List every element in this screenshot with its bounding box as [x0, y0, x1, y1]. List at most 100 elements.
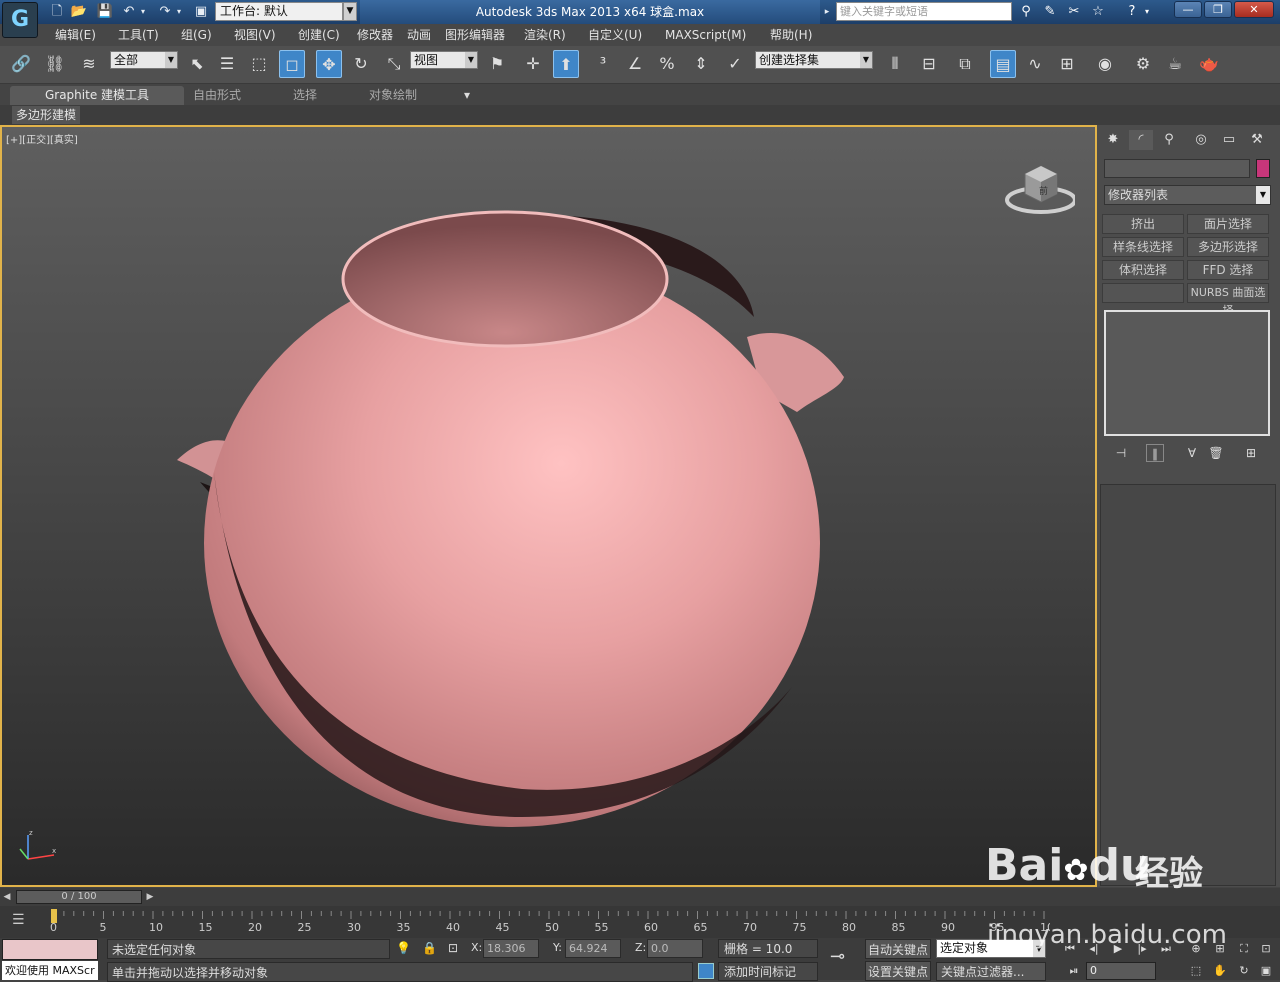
favorites-icon[interactable]: ☆	[1088, 3, 1108, 21]
help-dropdown-icon[interactable]: ▾	[1142, 3, 1152, 21]
zoom-icon[interactable]: ⊕	[1186, 940, 1206, 958]
extrude-button[interactable]: 挤出	[1102, 214, 1184, 234]
restore-button[interactable]: ❐	[1204, 1, 1232, 18]
key-mode-select[interactable]: 选定对象 ▼	[936, 939, 1046, 958]
menu-graph-editors[interactable]: 图形编辑器	[445, 24, 505, 46]
align-icon[interactable]: ⊟	[916, 50, 942, 78]
redo-icon[interactable]: ↷	[156, 3, 174, 21]
pin-stack-icon[interactable]: ⊣	[1112, 444, 1130, 462]
search-expand-icon[interactable]: ▸	[821, 3, 833, 21]
mirror-icon[interactable]: ⫴	[882, 50, 908, 78]
hierarchy-icon[interactable]: ⚲	[1157, 130, 1181, 150]
nurbs-select-button[interactable]: NURBS 曲面选择	[1187, 283, 1269, 317]
move-icon[interactable]: ✥	[316, 50, 342, 78]
undo-icon[interactable]: ↶	[120, 3, 138, 21]
zoom-extents-all-icon[interactable]: ⊡	[1256, 940, 1276, 958]
make-unique-icon[interactable]: ∀	[1183, 444, 1201, 462]
viewcube-icon[interactable]: 前	[1003, 160, 1075, 216]
workspace-dropdown-icon[interactable]: ▼	[343, 2, 357, 21]
prev-frame-arrow-icon[interactable]: ◀	[0, 890, 14, 904]
select-object-icon[interactable]: ⬉	[184, 50, 210, 78]
tab-freeform[interactable]: 自由形式	[193, 86, 241, 105]
menu-views[interactable]: 视图(V)	[234, 24, 276, 46]
menu-tools[interactable]: 工具(T)	[118, 24, 159, 46]
angle-snap-icon[interactable]: ∠	[622, 50, 648, 78]
graphite-toggle-icon[interactable]: ▤	[990, 50, 1016, 78]
pan-icon[interactable]: ✋	[1210, 962, 1230, 980]
key-filters-button[interactable]: 关键点过滤器...	[936, 962, 1046, 981]
maximize-viewport-icon[interactable]: ▣	[1256, 962, 1276, 980]
app-logo-icon[interactable]: G	[2, 2, 38, 38]
maxscript-listener-swatch[interactable]	[2, 939, 98, 960]
vol-select-button[interactable]: 体积选择	[1102, 260, 1184, 280]
set-key-button[interactable]: 设置关键点	[865, 961, 931, 981]
current-frame-field[interactable]: 0	[1086, 962, 1156, 980]
rect-selection-icon[interactable]: ⬚	[246, 50, 272, 78]
polygon-modeling-panel[interactable]: 多边形建模	[12, 106, 81, 124]
patch-select-button[interactable]: 面片选择	[1187, 214, 1269, 234]
orbit-icon[interactable]: ↻	[1234, 962, 1254, 980]
edit-named-selection-icon[interactable]: ✓	[722, 50, 748, 78]
next-frame-arrow-icon[interactable]: ▶	[143, 890, 157, 904]
menu-group[interactable]: 组(G)	[181, 24, 212, 46]
time-tag-icon[interactable]	[698, 963, 714, 979]
rotate-icon[interactable]: ↻	[348, 50, 374, 78]
x-coordinate-field[interactable]: 18.306	[483, 939, 539, 958]
select-manipulate-icon[interactable]: ✛	[520, 50, 546, 78]
named-selection-select[interactable]: 创建选择集 ▼	[755, 51, 873, 69]
motion-icon[interactable]: ◎	[1189, 130, 1213, 150]
utilities-icon[interactable]: ⚒	[1245, 130, 1269, 150]
go-to-start-icon[interactable]: ⏮	[1060, 940, 1080, 958]
snap-toggle-icon[interactable]: ³	[590, 50, 616, 78]
teapot-sphere-model[interactable]	[2, 127, 1095, 885]
selection-filter-select[interactable]: 全部 ▼	[110, 51, 178, 69]
show-end-result-icon[interactable]: ∥	[1146, 444, 1164, 462]
create-icon[interactable]: ✸	[1101, 130, 1125, 150]
new-file-icon[interactable]: 🗋	[48, 3, 66, 21]
subscription-icon[interactable]: ✎	[1040, 3, 1060, 21]
maxscript-mini-listener[interactable]: 欢迎使用 MAXScr	[2, 961, 98, 980]
project-folder-icon[interactable]: ▣	[192, 3, 210, 21]
remove-modifier-icon[interactable]: 🗑	[1207, 444, 1225, 462]
spline-select-button[interactable]: 样条线选择	[1102, 237, 1184, 257]
minimize-button[interactable]: —	[1174, 1, 1202, 18]
isolate-icon[interactable]: 💡	[396, 941, 411, 955]
keyboard-shortcut-override-icon[interactable]: ⬆	[553, 50, 579, 78]
tab-selection[interactable]: 选择	[293, 86, 317, 105]
zoom-all-icon[interactable]: ⊞	[1210, 940, 1230, 958]
select-by-name-icon[interactable]: ☰	[214, 50, 240, 78]
menu-create[interactable]: 创建(C)	[298, 24, 340, 46]
scale-icon[interactable]: ⤡	[381, 50, 407, 78]
menu-maxscript[interactable]: MAXScript(M)	[665, 24, 746, 46]
material-editor-icon[interactable]: ◉	[1092, 50, 1118, 78]
modifier-list-select[interactable]: 修改器列表 ▼	[1104, 185, 1271, 205]
time-cursor[interactable]	[51, 909, 57, 923]
undo-dropdown-icon[interactable]: ▾	[138, 3, 148, 21]
workspace-select[interactable]: 工作台: 默认	[215, 2, 343, 21]
menu-animation[interactable]: 动画	[407, 24, 431, 46]
ribbon-options-icon[interactable]: ▾	[464, 86, 470, 105]
time-ruler[interactable]: 0510152025303540455055606570758085909510…	[50, 909, 1050, 935]
search-input[interactable]: 键入关键字或短语	[836, 2, 1012, 21]
auto-key-button[interactable]: 自动关键点	[865, 939, 931, 959]
layer-manager-icon[interactable]: ⧉	[952, 50, 978, 78]
poly-select-button[interactable]: 多边形选择	[1187, 237, 1269, 257]
rendered-frame-icon[interactable]: ☕	[1162, 50, 1188, 78]
add-time-tag-button[interactable]: 添加时间标记	[718, 962, 818, 981]
modify-icon[interactable]: ◜	[1129, 130, 1153, 150]
display-icon[interactable]: ▭	[1217, 130, 1241, 150]
menu-rendering[interactable]: 渲染(R)	[524, 24, 566, 46]
redo-dropdown-icon[interactable]: ▾	[174, 3, 184, 21]
object-name-field[interactable]	[1104, 159, 1250, 178]
help-icon[interactable]: ?	[1122, 3, 1142, 21]
save-file-icon[interactable]: 💾	[96, 3, 114, 21]
modifier-stack-list[interactable]	[1104, 310, 1270, 436]
next-frame-icon[interactable]: |▸	[1132, 940, 1152, 958]
y-coordinate-field[interactable]: 64.924	[565, 939, 621, 958]
render-teapot-icon[interactable]: 🫖	[1196, 50, 1222, 78]
schematic-view-icon[interactable]: ⊞	[1054, 50, 1080, 78]
z-coordinate-field[interactable]: 0.0	[647, 939, 703, 958]
binoculars-icon[interactable]: ⚲	[1016, 3, 1036, 21]
tab-object-paint[interactable]: 对象绘制	[369, 86, 417, 105]
unlink-icon[interactable]: ⛓	[42, 50, 68, 78]
